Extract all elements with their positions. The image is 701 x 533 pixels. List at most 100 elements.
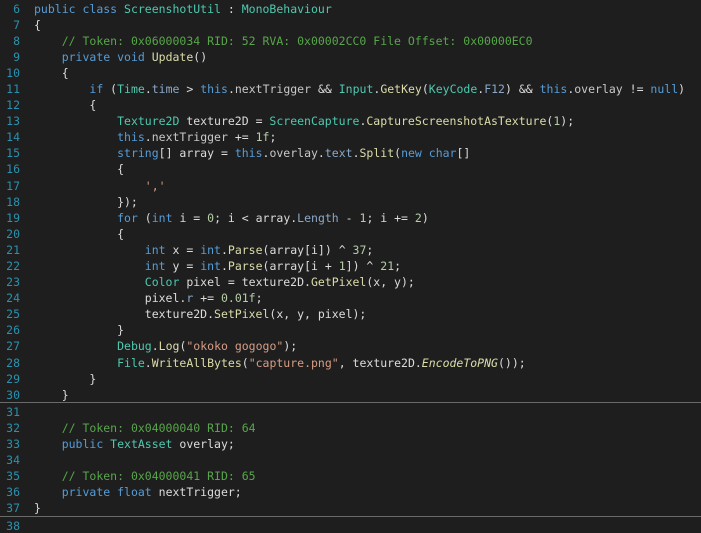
- code-token: // Token: 0x06000034 RID: 52 RVA: 0x0000…: [62, 34, 533, 48]
- code-token: ): [678, 82, 685, 96]
- code-line[interactable]: 37}: [0, 500, 701, 517]
- code-line[interactable]: 7{: [0, 16, 701, 32]
- line-number: 31: [0, 405, 20, 420]
- code-token: ScreenCapture: [269, 114, 359, 128]
- code-token: .: [221, 243, 228, 257]
- code-token: overlay: [269, 146, 317, 160]
- code-token: .: [318, 146, 325, 160]
- code-token: ]) ^: [346, 259, 381, 273]
- code-token: ());: [498, 356, 526, 370]
- code-token: .: [221, 259, 228, 273]
- line-number: 35: [0, 469, 20, 484]
- code-token: TextAsset: [110, 437, 172, 451]
- code-line[interactable]: 8 // Token: 0x06000034 RID: 52 RVA: 0x00…: [0, 32, 701, 48]
- code-token: [34, 130, 117, 144]
- code-text: for (int i = 0; i < array.Length - 1; i …: [34, 211, 429, 226]
- code-line[interactable]: 22 int y = int.Parse(array[i + 1]) ^ 21;: [0, 258, 701, 274]
- code-line[interactable]: 15 string[] array = this.overlay.text.Sp…: [0, 145, 701, 161]
- code-text: private void Update(): [34, 50, 207, 65]
- line-number: 26: [0, 323, 20, 338]
- code-token: :: [221, 2, 242, 16]
- line-number: 28: [0, 356, 20, 371]
- code-line[interactable]: 34: [0, 452, 701, 468]
- code-line[interactable]: 31: [0, 403, 701, 419]
- code-token: ;: [256, 291, 263, 305]
- code-token: public: [62, 437, 110, 451]
- code-token: pixel = texture2D.: [179, 275, 311, 289]
- code-line[interactable]: 33 public TextAsset overlay;: [0, 436, 701, 452]
- code-token: (x, y, pixel);: [269, 307, 366, 321]
- code-token: }: [34, 501, 41, 515]
- line-number: 18: [0, 195, 20, 210]
- code-line[interactable]: 38: [0, 517, 701, 533]
- code-token: "capture.png": [249, 356, 339, 370]
- code-line[interactable]: 19 for (int i = 0; i < array.Length - 1;…: [0, 209, 701, 225]
- code-token: void: [117, 50, 152, 64]
- code-token: this: [117, 130, 145, 144]
- code-token: F12: [484, 82, 505, 96]
- code-line[interactable]: 20 {: [0, 225, 701, 241]
- code-line[interactable]: 14 this.nextTrigger += 1f;: [0, 129, 701, 145]
- code-line[interactable]: 13 Texture2D texture2D = ScreenCapture.C…: [0, 113, 701, 129]
- code-line[interactable]: 27 Debug.Log("okoko gogogo");: [0, 338, 701, 354]
- code-text: Color pixel = texture2D.GetPixel(x, y);: [34, 275, 415, 290]
- code-token: [34, 485, 62, 499]
- code-line[interactable]: 28 File.WriteAllBytes("capture.png", tex…: [0, 354, 701, 370]
- code-token: 37: [353, 243, 367, 257]
- code-token: Color: [145, 275, 180, 289]
- code-line[interactable]: 29 }: [0, 370, 701, 386]
- code-line[interactable]: 10 {: [0, 64, 701, 80]
- line-number: 6: [0, 2, 20, 17]
- code-line[interactable]: 12 {: [0, 97, 701, 113]
- code-token: .: [228, 82, 235, 96]
- code-text: ',': [34, 179, 166, 194]
- code-line[interactable]: 6public class ScreenshotUtil : MonoBehav…: [0, 0, 701, 16]
- code-text: }: [34, 323, 124, 338]
- code-token: "okoko gogogo": [186, 339, 283, 353]
- code-token: [34, 179, 145, 193]
- code-line[interactable]: 9 private void Update(): [0, 48, 701, 64]
- code-token: this: [540, 82, 568, 96]
- code-token: Log: [159, 339, 180, 353]
- code-line[interactable]: 18 });: [0, 193, 701, 209]
- code-token: }: [34, 388, 69, 402]
- code-token: x =: [166, 243, 201, 257]
- code-token: for: [117, 211, 145, 225]
- line-number: 10: [0, 66, 20, 81]
- code-token: +=: [228, 130, 256, 144]
- code-line[interactable]: 35 // Token: 0x04000041 RID: 65: [0, 468, 701, 484]
- code-token: (: [145, 211, 152, 225]
- code-line[interactable]: 17 ',': [0, 177, 701, 193]
- code-editor[interactable]: 6public class ScreenshotUtil : MonoBehav…: [0, 0, 701, 488]
- code-token: overlay: [574, 82, 622, 96]
- code-text: // Token: 0x04000040 RID: 64: [34, 421, 256, 436]
- line-number: 29: [0, 372, 20, 387]
- code-line[interactable]: 11 if (Time.time > this.nextTrigger && I…: [0, 80, 701, 96]
- code-token: {: [34, 66, 69, 80]
- code-line[interactable]: 21 int x = int.Parse(array[i]) ^ 37;: [0, 241, 701, 257]
- code-line[interactable]: 16 {: [0, 161, 701, 177]
- code-text: {: [34, 227, 124, 242]
- code-line[interactable]: 24 pixel.r += 0.01f;: [0, 290, 701, 306]
- code-token: Parse: [228, 243, 263, 257]
- code-text: {: [34, 66, 69, 81]
- code-token: MonoBehaviour: [242, 2, 332, 16]
- code-token: ;: [394, 259, 401, 273]
- code-line[interactable]: 30 }: [0, 386, 701, 403]
- code-text: Texture2D texture2D = ScreenCapture.Capt…: [34, 114, 574, 129]
- code-text: texture2D.SetPixel(x, y, pixel);: [34, 307, 366, 322]
- line-number: 37: [0, 501, 20, 516]
- code-token: float: [117, 485, 159, 499]
- code-token: y =: [166, 259, 201, 273]
- code-line[interactable]: 23 Color pixel = texture2D.GetPixel(x, y…: [0, 274, 701, 290]
- code-token: // Token: 0x04000041 RID: 65: [62, 469, 256, 483]
- code-line[interactable]: 32 // Token: 0x04000040 RID: 64: [0, 419, 701, 435]
- code-token: KeyCode: [429, 82, 477, 96]
- code-line[interactable]: 36 private float nextTrigger;: [0, 484, 701, 500]
- code-line[interactable]: 25 texture2D.SetPixel(x, y, pixel);: [0, 306, 701, 322]
- code-text: Debug.Log("okoko gogogo");: [34, 339, 297, 354]
- code-token: {: [34, 227, 124, 241]
- code-token: EncodeToPNG: [422, 356, 498, 370]
- code-token: CaptureScreenshotAsTexture: [366, 114, 546, 128]
- code-line[interactable]: 26 }: [0, 322, 701, 338]
